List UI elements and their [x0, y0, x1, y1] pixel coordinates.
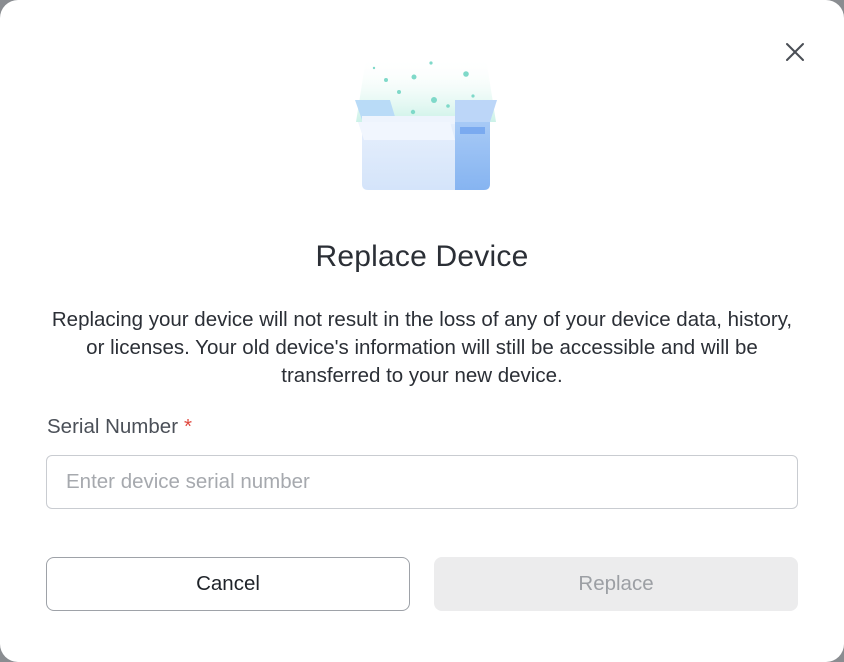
serial-number-input[interactable] — [46, 455, 798, 509]
required-marker: * — [184, 415, 193, 438]
serial-number-label-text: Serial Number — [47, 415, 179, 438]
dialog-description: Replacing your device will not result in… — [51, 308, 793, 387]
replace-device-dialog: Replace Device Replacing your device wil… — [0, 0, 844, 662]
serial-number-label: Serial Number * — [47, 415, 192, 439]
open-box-icon — [355, 58, 497, 190]
replace-button[interactable]: Replace — [434, 557, 798, 611]
dialog-title: Replace Device — [315, 240, 529, 273]
close-button[interactable] — [778, 35, 812, 69]
close-icon — [786, 43, 804, 61]
cancel-button[interactable]: Cancel — [46, 557, 410, 611]
